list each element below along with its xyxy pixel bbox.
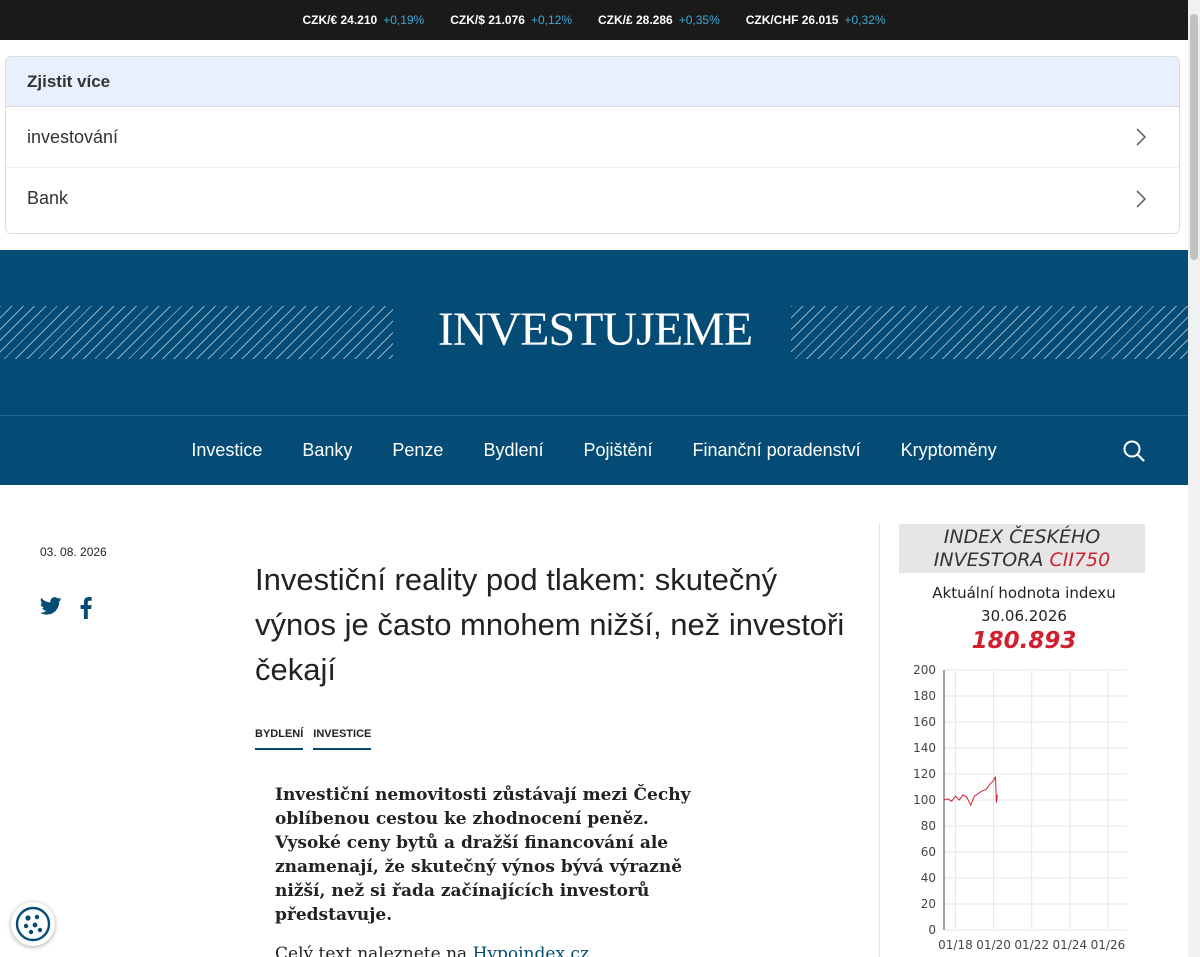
index-title-label: INVESTORA	[933, 549, 1050, 571]
x-tick-label: 01/18	[938, 938, 973, 952]
currency-ticker: CZK/€ 24.210 +0,19% CZK/$ 21.076 +0,12% CZK/…	[0, 0, 1188, 40]
more-info-item-label: Bank	[27, 188, 69, 208]
nav-item-penze[interactable]: Penze	[392, 440, 443, 461]
y-tick-label: 180	[913, 689, 936, 703]
cookie-settings-button[interactable]	[11, 902, 55, 946]
ticker-item: CZK/€ 24.210 +0,19%	[302, 13, 424, 27]
sidebar-divider	[879, 524, 880, 957]
article-perex: Investiční nemovitosti zůstávají mezi Če…	[275, 785, 691, 925]
y-tick-label: 160	[913, 715, 936, 729]
index-title-line-2: INVESTORA CII750	[899, 549, 1145, 572]
scrollbar-thumb[interactable]	[1190, 14, 1198, 260]
more-info-box: Zjistit více investování Bank	[5, 56, 1180, 234]
ticker-item: CZK/CHF 26.015 +0,32%	[746, 13, 886, 27]
y-tick-label: 140	[913, 741, 936, 755]
article-source-prefix: Celý text naleznete na	[275, 944, 473, 957]
ticker-item: CZK/$ 21.076 +0,12%	[450, 13, 572, 27]
ticker-change: +0,12%	[530, 13, 572, 27]
more-info-item-label: investování	[27, 126, 119, 147]
facebook-icon[interactable]	[80, 597, 92, 619]
y-tick-label: 100	[913, 793, 936, 807]
article-tags: BYDLENÍ INVESTICE	[255, 728, 372, 750]
tag-bydleni[interactable]: BYDLENÍ	[255, 728, 304, 750]
nav-item-bydleni[interactable]: Bydlení	[483, 440, 543, 461]
site-header: INVESTUJEME	[0, 250, 1188, 415]
index-title-box[interactable]: INDEX ČESKÉHO INVESTORA CII750	[899, 524, 1145, 573]
tag-investice[interactable]: INVESTICE	[313, 728, 372, 750]
y-tick-label: 200	[913, 663, 936, 677]
y-tick-label: 80	[921, 819, 936, 833]
ticker-change: +0,35%	[678, 13, 720, 27]
index-series-line	[943, 776, 998, 807]
y-tick-label: 20	[921, 897, 936, 911]
index-chart: 02040608010012014016018020001/18 01/20 01/…	[913, 663, 1127, 952]
page: CZK/€ 24.210 +0,19% CZK/$ 21.076 +0,12% CZK/…	[0, 0, 1188, 957]
page-scrollbar[interactable]	[1188, 0, 1200, 957]
site-logo[interactable]: INVESTUJEME	[420, 302, 770, 357]
chevron-right-icon	[1136, 128, 1147, 146]
x-tick-label: 01/24	[1053, 938, 1088, 952]
index-title-line-1: INDEX ČESKÉHO	[943, 526, 1101, 548]
ticker-change: +0,19%	[383, 13, 425, 27]
article-headline: Investiční reality pod tlakem: skutečný …	[255, 562, 845, 687]
article-source-text: Celý text naleznete na Hypoindex.cz	[275, 944, 589, 957]
nav-item-banky[interactable]: Banky	[302, 440, 352, 461]
header-stripes-left	[0, 306, 393, 359]
y-tick-label: 40	[921, 871, 936, 885]
y-tick-label: 0	[928, 923, 936, 937]
nav-item-kryptomeny[interactable]: Kryptoměny	[901, 440, 997, 461]
ticker-change: +0,32%	[844, 13, 886, 27]
ticker-pair: CZK/£ 28.286	[598, 13, 673, 27]
index-code: CII750	[1049, 549, 1111, 571]
more-info-title: Zjistit více	[6, 57, 1179, 107]
nav-item-pojisteni[interactable]: Pojištění	[583, 440, 652, 461]
cookie-icon	[15, 906, 51, 942]
search-icon[interactable]	[1123, 440, 1145, 462]
nav-item-financni-poradenstvi[interactable]: Finanční poradenství	[693, 440, 861, 461]
ticker-pair: CZK/CHF 26.015	[745, 13, 839, 27]
share-links	[40, 597, 92, 619]
x-tick-label: 01/20	[976, 938, 1011, 952]
nav-item-investice[interactable]: Investice	[191, 440, 262, 461]
main-nav: Investice Banky Penze Bydlení Pojištění …	[0, 415, 1188, 485]
index-current-label: Aktuální hodnota indexu	[932, 584, 1116, 602]
x-tick-label: 01/22	[1014, 938, 1049, 952]
x-tick-label: 01/26	[1091, 938, 1126, 952]
y-tick-label: 60	[921, 845, 936, 859]
ticker-pair: CZK/€ 24.210	[302, 13, 378, 27]
header-stripes-right	[791, 306, 1188, 359]
article-source-link[interactable]: Hypoindex.cz	[473, 944, 589, 957]
twitter-icon[interactable]	[40, 597, 62, 615]
y-tick-label: 120	[913, 767, 936, 781]
more-info-item-bank[interactable]: Bank	[6, 168, 1179, 229]
index-current-date: 30.06.2026	[981, 607, 1067, 625]
index-current-info: Aktuální hodnota indexu 30.06.2026	[899, 582, 1149, 628]
more-info-item-investovani[interactable]: investování	[6, 107, 1179, 168]
ticker-item: CZK/£ 28.286 +0,35%	[598, 13, 720, 27]
chevron-right-icon	[1136, 189, 1147, 208]
article-date: 03. 08. 2026	[40, 545, 107, 559]
index-current-value: 180.893	[971, 628, 1077, 654]
ticker-pair: CZK/$ 21.076	[450, 13, 525, 27]
